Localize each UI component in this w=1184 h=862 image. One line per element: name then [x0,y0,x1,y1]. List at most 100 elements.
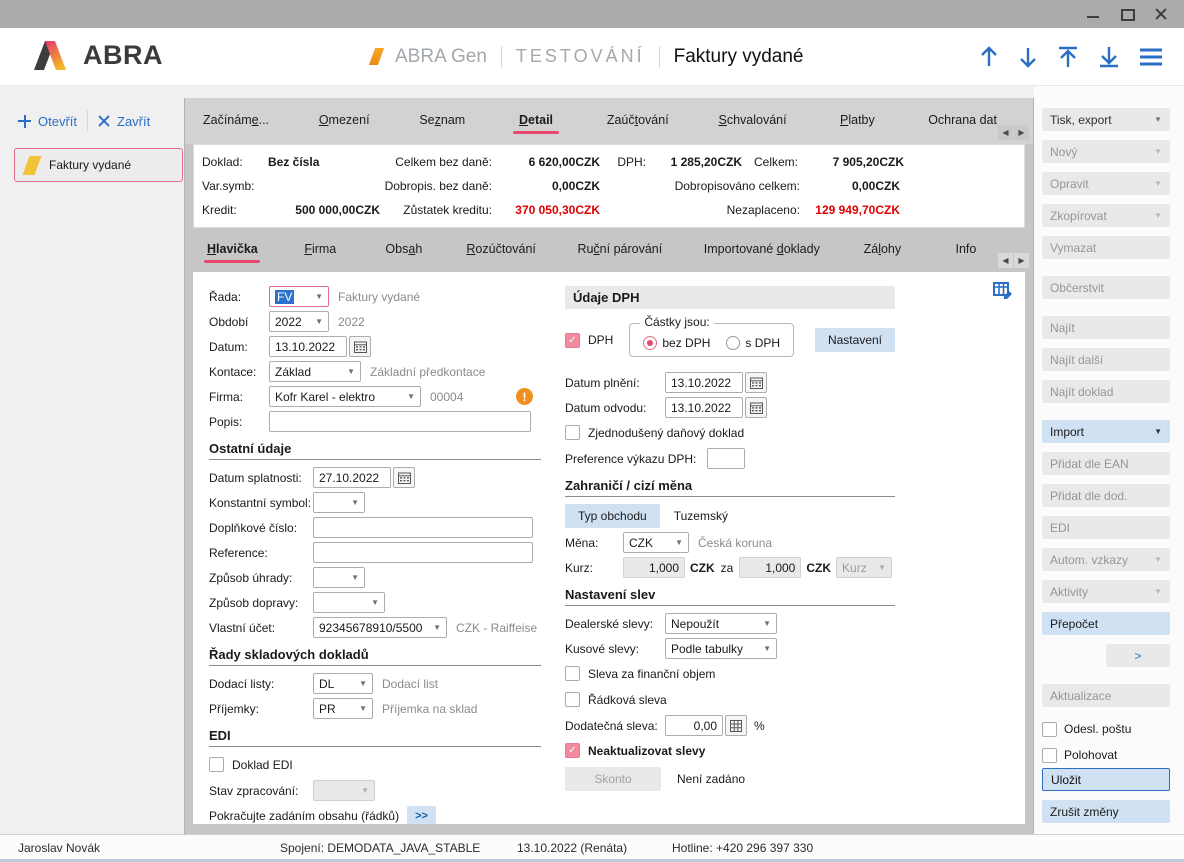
edit-form-icon[interactable] [993,282,1013,302]
last-record-icon[interactable] [1097,45,1121,69]
typ-obchodu-row: Typ obchodu Tuzemský [565,504,895,528]
kusove-combo[interactable]: Podle tabulky ▼ [665,638,777,659]
odesl-postu-checkbox[interactable] [1042,722,1057,737]
tab-detail[interactable]: Detail [515,108,557,134]
preference-input[interactable] [707,448,745,469]
polohovat-checkbox[interactable] [1042,748,1057,763]
sleva-fin-checkbox[interactable] [565,666,580,681]
radio-bez-dph[interactable]: bez DPH [643,336,710,350]
zkopirovat-button: Zkopírovat▼ [1042,204,1170,227]
dalsi-akce-button[interactable]: > [1106,644,1170,667]
subtab-zalohy[interactable]: Zálohy [861,237,903,263]
tab-zauctovani[interactable]: Zaúčtování [607,108,669,134]
dodatecna-label: Dodatečná sleva: [565,719,665,733]
tab-zaciname[interactable]: Začínáme... [203,108,269,134]
header-breadcrumb: ABRA Gen TESTOVÁNÍ Faktury vydané [372,28,804,85]
zjednoduseny-checkbox[interactable] [565,425,580,440]
pridat-dle-ean-button: Přidat dle EAN [1042,452,1170,475]
dealerske-combo[interactable]: Nepoužít ▼ [665,613,777,634]
tab-platby[interactable]: Platby [836,108,878,134]
sidebar-check-polohovat[interactable]: Polohovat [1042,742,1184,768]
doplnkove-input[interactable] [313,517,533,538]
reference-input[interactable] [313,542,533,563]
uhrady-combo[interactable]: ▼ [313,567,365,588]
tab-scroll-left-icon[interactable]: ◀ [998,125,1013,140]
konst-symbol-combo[interactable]: ▼ [313,492,365,513]
summary-pair-dph: DPH:1 285,20CZK [600,155,742,169]
menu-icon[interactable] [1138,46,1164,68]
ulozit-button[interactable]: Uložit [1042,768,1170,791]
subtab-info[interactable]: Info [945,237,987,263]
chevron-down-icon: ▼ [359,679,367,688]
obdobi-combo[interactable]: 2022 ▼ [269,311,329,332]
tisk-export-button[interactable]: Tisk, export▼ [1042,108,1170,131]
radio-icon [726,336,740,350]
kurz-input-2: 1,000 [739,557,801,578]
calendar-icon[interactable] [745,372,767,393]
subtab-importovane-doklady[interactable]: Importované doklady [704,237,820,263]
summary-label: Nezaplaceno: [600,203,800,217]
agenda-item-faktury-vydane[interactable]: Faktury vydané [14,148,183,182]
datum-input[interactable]: 13.10.2022 [269,336,347,357]
prepocet-button[interactable]: Přepočet [1042,612,1170,635]
subtab-rozuctovani[interactable]: Rozúčtování [466,237,536,263]
prev-record-icon[interactable] [978,45,1000,69]
radio-s-dph[interactable]: s DPH [726,336,780,350]
kontace-combo[interactable]: Základ ▼ [269,361,361,382]
nastaveni-button[interactable]: Nastavení [815,328,895,352]
novy-label: Nový [1050,145,1077,159]
dodatecna-input[interactable]: 0,00 [665,715,723,736]
rada-combo[interactable]: FV ▼ [269,286,329,307]
tab-ochrana-dat[interactable]: Ochrana dat [928,108,997,134]
close-agenda-button[interactable]: Zavřít [98,114,150,129]
odvodu-input[interactable]: 13.10.2022 [665,397,743,418]
subtab-hlavicka[interactable]: Hlavička [207,237,258,263]
subtab-label: Ruční párování [577,242,662,256]
ucet-value: 92345678910/5500 [319,621,422,635]
subtab-obsah[interactable]: Obsah [383,237,425,263]
maximize-icon[interactable] [1120,7,1134,21]
tab-seznam[interactable]: Seznam [419,108,465,134]
field-dph: DPH [565,330,613,351]
mena-combo[interactable]: CZK ▼ [623,532,689,553]
splatnost-input[interactable]: 27.10.2022 [313,467,391,488]
zkopirovat-label: Zkopírovat [1050,209,1107,223]
plneni-input[interactable]: 13.10.2022 [665,372,743,393]
calculator-icon[interactable] [725,715,747,736]
first-record-icon[interactable] [1056,45,1080,69]
popis-input[interactable] [269,411,531,432]
subtab-firma[interactable]: Firma [299,237,341,263]
prijemky-combo[interactable]: PR ▼ [313,698,373,719]
doklad-edi-checkbox[interactable] [209,757,224,772]
radkova-checkbox[interactable] [565,692,580,707]
close-icon[interactable] [1154,7,1168,21]
open-agenda-button[interactable]: Otevřít [18,114,77,129]
neaktualizovat-checkbox[interactable] [565,743,580,758]
tab-schvalovani[interactable]: Schvalování [718,108,786,134]
record-navigation [978,28,1164,85]
subtab-scroll-left-icon[interactable]: ◀ [998,253,1013,268]
minimize-icon[interactable] [1086,7,1100,21]
subtab-scroll-right-icon[interactable]: ▶ [1014,253,1029,268]
next-record-icon[interactable] [1017,45,1039,69]
kurz-za-label: za [721,561,734,575]
dopravy-combo[interactable]: ▼ [313,592,385,613]
subtab-rucni-parovani[interactable]: Ruční párování [577,237,662,263]
calendar-icon[interactable] [393,467,415,488]
import-button[interactable]: Import▼ [1042,420,1170,443]
sidebar-check-odesl-postu[interactable]: Odesl. poštu [1042,716,1184,742]
subtab-scroll-buttons: ◀ ▶ [998,253,1029,268]
zrusit-zmeny-button[interactable]: Zrušit změny [1042,800,1170,823]
tab-scroll-right-icon[interactable]: ▶ [1014,125,1029,140]
calendar-icon[interactable] [349,336,371,357]
field-kurz: Kurz: 1,000 CZK za 1,000 CZK Kurz ▼ [565,557,895,578]
typ-obchodu-button[interactable]: Typ obchodu [565,504,660,528]
dodaci-combo[interactable]: DL ▼ [313,673,373,694]
ucet-combo[interactable]: 92345678910/5500 ▼ [313,617,447,638]
tab-omezeni[interactable]: Omezení [319,108,370,134]
continue-button[interactable]: >> [407,806,436,825]
firma-combo[interactable]: Kofr Karel - elektro ▼ [269,386,421,407]
calendar-icon[interactable] [745,397,767,418]
dph-checkbox[interactable] [565,333,580,348]
polohovat-label: Polohovat [1064,748,1117,762]
